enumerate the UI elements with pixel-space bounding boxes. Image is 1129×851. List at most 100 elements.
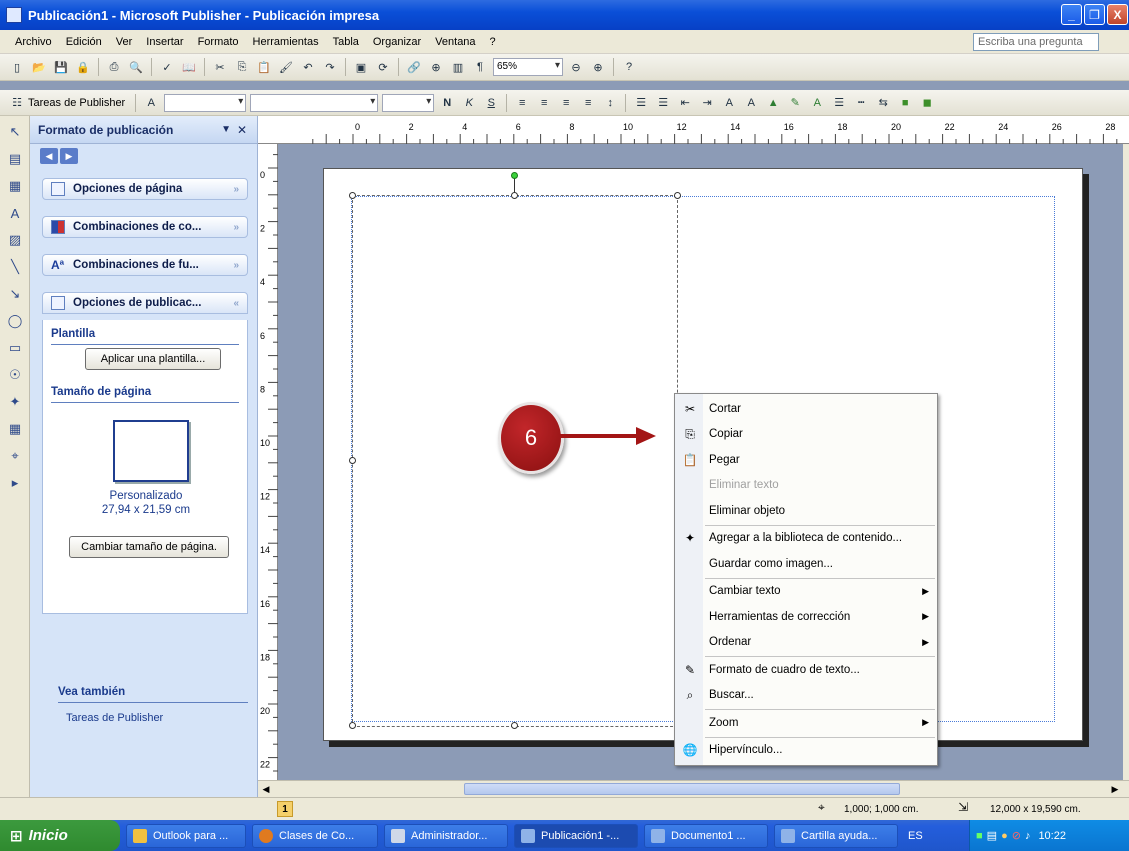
new-icon[interactable]: ▯ <box>8 58 26 76</box>
paste-icon[interactable]: 📋 <box>255 58 273 76</box>
arrow-icon[interactable]: ↘ <box>4 283 26 305</box>
handle-tc[interactable] <box>511 192 518 199</box>
rotate-icon[interactable]: ⟳ <box>374 58 392 76</box>
zoom-in-tb-icon[interactable]: ⊕ <box>427 58 445 76</box>
print-icon[interactable]: ⎙ <box>105 58 123 76</box>
menu-herramientas[interactable]: Herramientas <box>253 36 319 48</box>
increase-indent-icon[interactable]: ⇥ <box>698 94 716 112</box>
line-spacing-icon[interactable]: ↕ <box>601 94 619 112</box>
open-icon[interactable]: 📂 <box>30 58 48 76</box>
arrow-style-icon[interactable]: ⇆ <box>874 94 892 112</box>
menu-formato[interactable]: Formato <box>198 36 239 48</box>
print-preview-icon[interactable]: 🔍 <box>127 58 145 76</box>
page-size-thumbnail[interactable] <box>113 420 189 482</box>
context-item-13[interactable]: 🌐 Hipervínculo... <box>675 738 937 763</box>
context-item-12[interactable]: Zoom ▶ <box>675 710 937 735</box>
bullets-icon[interactable]: ☰ <box>654 94 672 112</box>
paragraph-icon[interactable]: ¶ <box>471 58 489 76</box>
fill-color-icon[interactable]: ▲ <box>764 94 782 112</box>
menu-ver[interactable]: Ver <box>116 36 133 48</box>
tray-messenger-icon[interactable]: ● <box>1001 830 1008 842</box>
page-navigator[interactable]: 1 <box>277 801 293 817</box>
styles-icon[interactable]: A <box>142 94 160 112</box>
bold-icon[interactable]: N <box>438 94 456 112</box>
more-icon[interactable]: ▸ <box>4 472 26 494</box>
see-also-tasks-link[interactable]: Tareas de Publisher <box>66 712 163 724</box>
line-style-icon[interactable]: ☰ <box>830 94 848 112</box>
underline-icon[interactable]: S <box>482 94 500 112</box>
back-icon[interactable]: ◀ <box>40 148 58 164</box>
section-font-schemes[interactable]: Aª Combinaciones de fu...» <box>42 254 248 276</box>
3d-icon[interactable]: ◼ <box>918 94 936 112</box>
select-icon[interactable]: ↖ <box>4 121 26 143</box>
decrease-indent-icon[interactable]: ⇤ <box>676 94 694 112</box>
task-documento[interactable]: Documento1 ... <box>644 823 768 848</box>
forward-icon[interactable]: ▶ <box>60 148 78 164</box>
scroll-left-icon[interactable]: ◀ <box>258 781 274 797</box>
style-select[interactable] <box>164 93 247 112</box>
rotate-handle[interactable] <box>511 172 518 179</box>
language-indicator[interactable]: ES <box>908 830 923 842</box>
align-right-icon[interactable]: ≡ <box>557 94 575 112</box>
task-administrador[interactable]: Administrador... <box>384 823 508 848</box>
tray-volume-icon[interactable]: ♪ <box>1025 830 1031 842</box>
menu-ventana[interactable]: Ventana <box>435 36 475 48</box>
context-item-1[interactable]: ⎘ Copiar <box>675 422 937 447</box>
oval-icon[interactable]: ◯ <box>4 310 26 332</box>
menu-insertar[interactable]: Insertar <box>146 36 183 48</box>
menu-organizar[interactable]: Organizar <box>373 36 421 48</box>
font-select[interactable] <box>250 93 379 112</box>
align-center-icon[interactable]: ≡ <box>535 94 553 112</box>
font-color-icon[interactable]: A <box>808 94 826 112</box>
zoom-out-icon[interactable]: ⊖ <box>567 58 585 76</box>
table-icon[interactable]: ▦ <box>4 175 26 197</box>
handle-ml[interactable] <box>349 457 356 464</box>
permission-icon[interactable]: 🔒 <box>74 58 92 76</box>
tray-network-icon[interactable]: ▤ <box>987 829 997 842</box>
context-item-0[interactable]: ✂ Cortar <box>675 396 937 421</box>
context-item-9[interactable]: Ordenar ▶ <box>675 630 937 655</box>
change-page-size-button[interactable]: Cambiar tamaño de página. <box>69 536 229 558</box>
handle-tr[interactable] <box>674 192 681 199</box>
section-page-options[interactable]: Opciones de página» <box>42 178 248 200</box>
wordart-icon[interactable]: A <box>4 202 26 224</box>
line-color-icon[interactable]: ✎ <box>786 94 804 112</box>
tasks-publisher-button[interactable]: Tareas de Publisher <box>28 97 125 109</box>
task-clases[interactable]: Clases de Co... <box>252 823 378 848</box>
insert-hyperlink-icon[interactable]: 🔗 <box>405 58 423 76</box>
handle-bc[interactable] <box>511 722 518 729</box>
context-item-5[interactable]: ✦ Agregar a la biblioteca de contenido... <box>675 526 937 551</box>
context-item-2[interactable]: 📋 Pegar <box>675 447 937 472</box>
copy-icon[interactable]: ⎘ <box>233 58 251 76</box>
save-icon[interactable]: 💾 <box>52 58 70 76</box>
ask-question-input[interactable]: Escriba una pregunta <box>973 33 1099 51</box>
cut-icon[interactable]: ✂ <box>211 58 229 76</box>
menu-tabla[interactable]: Tabla <box>333 36 359 48</box>
zoom-in-icon[interactable]: ⊕ <box>589 58 607 76</box>
numbering-icon[interactable]: ☰ <box>632 94 650 112</box>
maximize-button[interactable]: ❐ <box>1084 4 1105 25</box>
task-cartilla[interactable]: Cartilla ayuda... <box>774 823 898 848</box>
tasks-icon[interactable]: ☷ <box>8 94 26 112</box>
design-gallery-icon[interactable]: ✦ <box>4 391 26 413</box>
autoshapes-icon[interactable]: ☉ <box>4 364 26 386</box>
undo-icon[interactable]: ↶ <box>299 58 317 76</box>
help-icon[interactable]: ? <box>620 58 638 76</box>
horizontal-ruler[interactable]: 0 2 4 6 8 10 12 14 16 18 20 22 24 26 28 <box>258 116 1129 144</box>
italic-icon[interactable]: K <box>460 94 478 112</box>
apply-template-button[interactable]: Aplicar una plantilla... <box>85 348 221 370</box>
section-publication-options[interactable]: Opciones de publicac... « <box>42 292 248 314</box>
task-pane-dropdown-icon[interactable]: ▼ <box>221 124 231 135</box>
line-icon[interactable]: ╲ <box>4 256 26 278</box>
minimize-button[interactable]: _ <box>1061 4 1082 25</box>
task-outlook[interactable]: Outlook para ... <box>126 823 246 848</box>
tray-green-icon[interactable]: ■ <box>976 830 983 842</box>
menu-edicion[interactable]: Edición <box>66 36 102 48</box>
context-item-11[interactable]: ⌕ Buscar... <box>675 683 937 708</box>
task-pane-close-icon[interactable]: ✕ <box>237 123 247 137</box>
menu-archivo[interactable]: Archivo <box>15 36 52 48</box>
horizontal-scrollbar[interactable]: ◀ ▶ <box>258 780 1129 797</box>
task-publicacion[interactable]: Publicación1 -... <box>514 823 638 848</box>
close-button[interactable]: X <box>1107 4 1128 25</box>
align-left-icon[interactable]: ≡ <box>513 94 531 112</box>
